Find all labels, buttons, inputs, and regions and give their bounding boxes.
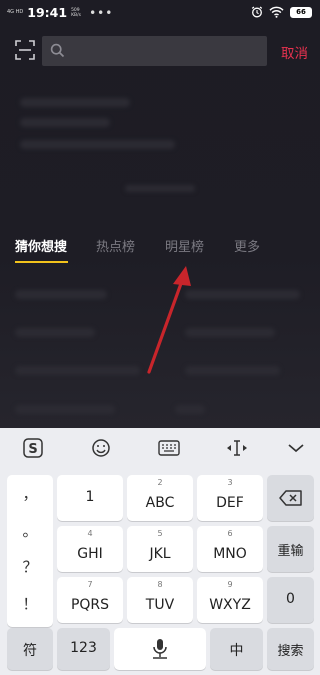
key-jkl[interactable]: 5 JKL	[127, 526, 193, 572]
symbol-key[interactable]: 。	[9, 520, 51, 541]
keyboard-toolbar: S	[0, 428, 320, 467]
keyboard-icon[interactable]	[158, 438, 180, 458]
key-number: 6	[227, 529, 233, 538]
key-abc[interactable]: 2 ABC	[127, 475, 193, 521]
symbol-key[interactable]: ？	[9, 556, 51, 577]
clock: 19:41	[27, 5, 68, 20]
key-mno[interactable]: 6 MNO	[197, 526, 263, 572]
active-tab-indicator	[15, 261, 68, 263]
network-rate: 509 KB/s	[71, 7, 81, 18]
blurred-row	[15, 405, 115, 414]
blurred-row	[185, 290, 300, 299]
app-screen: 4G HD 19:41 509 KB/s ••• 66 取消 猜你想搜 热点榜 …	[0, 0, 320, 428]
key-label: GHI	[77, 546, 103, 562]
blurred-row	[20, 118, 110, 127]
alarm-icon	[251, 6, 263, 18]
symbol-key[interactable]: ，	[9, 483, 51, 504]
tab-more[interactable]: 更多	[234, 236, 260, 255]
key-number: 3	[227, 478, 233, 487]
scan-icon[interactable]	[15, 40, 35, 60]
blurred-row	[20, 140, 175, 149]
notification-dots: •••	[89, 5, 114, 20]
key-label: ABC	[145, 495, 175, 511]
tab-hot[interactable]: 热点榜	[96, 236, 135, 255]
space-voice-button[interactable]	[114, 628, 206, 670]
microphone-icon	[153, 639, 167, 659]
sogou-logo-icon[interactable]: S	[22, 438, 44, 458]
cancel-button[interactable]: 取消	[281, 42, 308, 62]
search-icon	[50, 43, 65, 58]
blurred-row	[15, 328, 95, 337]
key-label: 搜索	[277, 644, 304, 659]
tab-guess[interactable]: 猜你想搜	[15, 236, 67, 255]
key-number: 8	[157, 580, 163, 589]
key-label: PQRS	[70, 597, 110, 613]
search-bar: 取消	[0, 36, 320, 66]
collapse-icon[interactable]	[285, 438, 307, 458]
key-label: TUV	[145, 597, 175, 613]
key-ghi[interactable]: 4 GHI	[57, 526, 123, 572]
key-label: 重输	[277, 544, 304, 559]
key-number: 9	[227, 580, 233, 589]
language-toggle-button[interactable]: 中	[210, 628, 263, 670]
cursor-move-icon[interactable]	[225, 438, 249, 458]
battery-icon: 66	[290, 6, 312, 18]
annotation-arrow-icon	[147, 266, 191, 374]
status-bar: 4G HD 19:41 509 KB/s ••• 66	[0, 0, 320, 26]
emoji-icon[interactable]	[90, 438, 112, 458]
key-label: 1	[85, 489, 95, 505]
backspace-icon	[279, 490, 302, 506]
symbol-board-button[interactable]: 符	[7, 628, 53, 670]
key-number: 5	[157, 529, 163, 538]
key-label: DEF	[216, 495, 244, 511]
key-wxyz[interactable]: 9 WXYZ	[197, 577, 263, 623]
soft-keyboard: S ， 。 ？ ！ 1 2 ABC 3 DEF 4 GHI 5 JKL 6 MN…	[0, 428, 320, 675]
symbol-key[interactable]: ！	[9, 593, 51, 614]
key-1[interactable]: 1	[57, 475, 123, 521]
key-label: WXYZ	[209, 597, 251, 613]
blurred-row	[175, 405, 205, 414]
key-label: MNO	[213, 546, 247, 562]
key-label: JKL	[149, 546, 171, 562]
key-number: 7	[87, 580, 93, 589]
key-0[interactable]: 0	[267, 577, 314, 623]
number-board-button[interactable]: 123	[57, 628, 110, 670]
search-key-button[interactable]: 搜索	[267, 628, 314, 670]
tab-stars[interactable]: 明星榜	[165, 236, 204, 255]
key-label: 123	[70, 640, 97, 656]
key-tuv[interactable]: 8 TUV	[127, 577, 193, 623]
wifi-icon	[269, 6, 284, 18]
key-label: 中	[229, 643, 244, 659]
key-def[interactable]: 3 DEF	[197, 475, 263, 521]
blurred-row	[125, 185, 195, 192]
blurred-row	[15, 366, 140, 375]
svg-text:S: S	[28, 442, 37, 457]
blurred-row	[20, 98, 130, 107]
blurred-row	[15, 290, 107, 299]
network-indicator: 4G HD	[7, 9, 24, 15]
key-pqrs[interactable]: 7 PQRS	[57, 577, 123, 623]
key-label: 符	[23, 643, 37, 659]
backspace-button[interactable]	[267, 475, 314, 521]
search-box[interactable]	[42, 36, 267, 66]
key-label: 0	[286, 591, 295, 607]
key-number: 4	[87, 529, 93, 538]
key-number: 2	[157, 478, 163, 487]
retype-button[interactable]: 重输	[267, 526, 314, 572]
search-input[interactable]	[70, 36, 260, 66]
